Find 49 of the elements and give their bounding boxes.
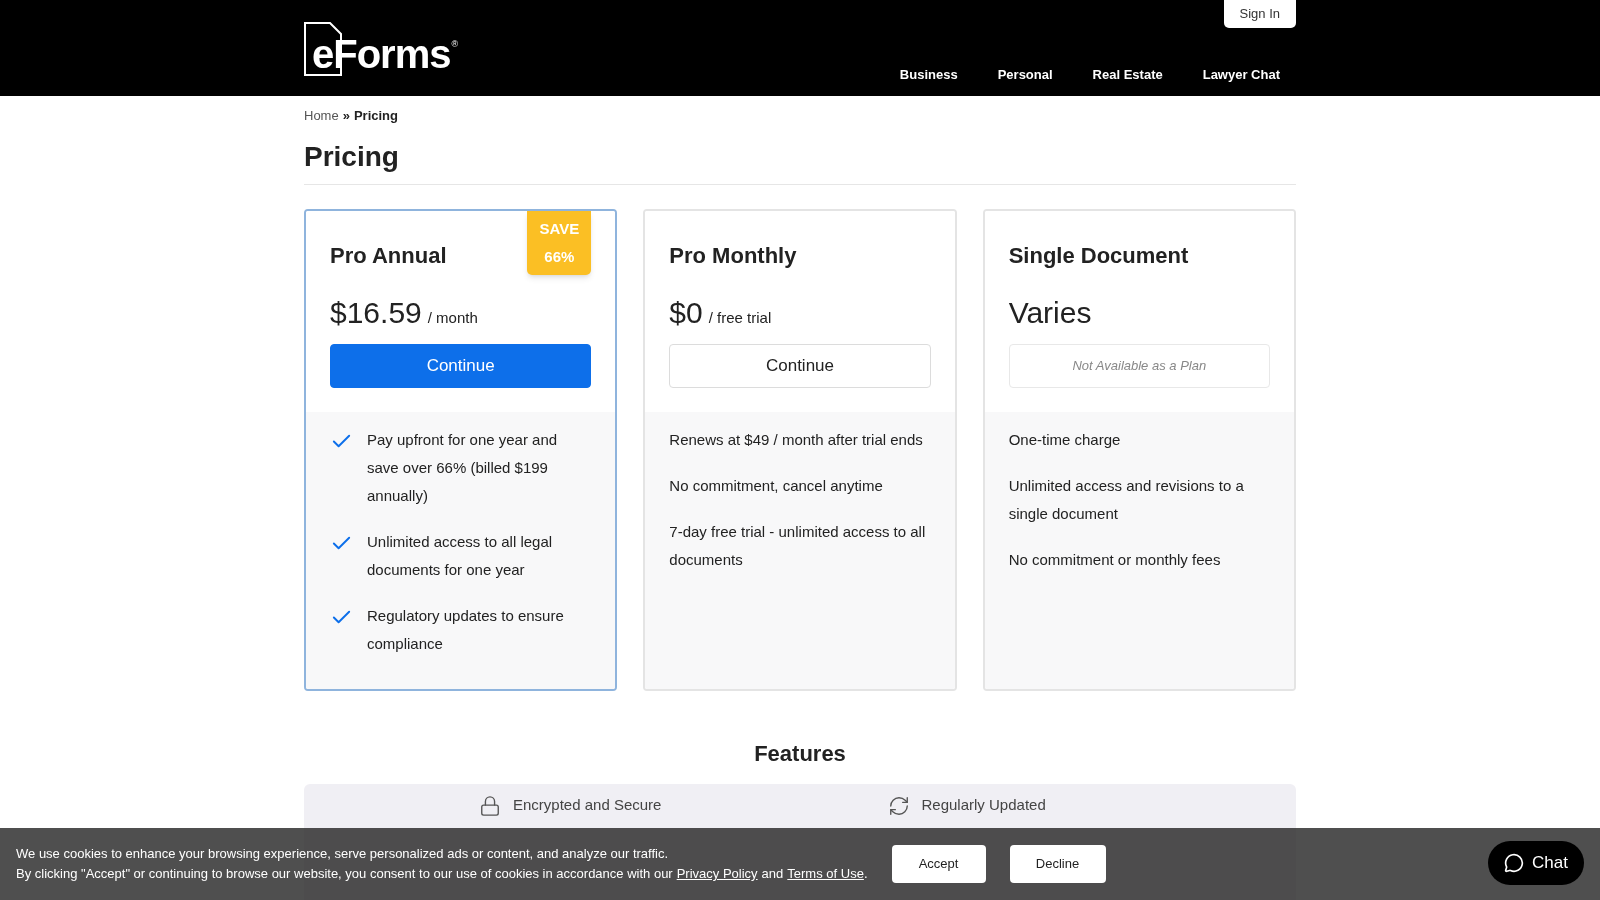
nav-link[interactable]: Real Estate bbox=[1092, 64, 1163, 84]
nav-link[interactable]: Business bbox=[899, 64, 958, 84]
save-badge: SAVE 66% bbox=[527, 210, 592, 275]
plan-name: Pro Annual bbox=[330, 241, 447, 270]
price-period: / free trial bbox=[708, 307, 772, 328]
plan-feature: Unlimited access to all legal documents for one year bbox=[367, 531, 554, 580]
continue-button[interactable]: Continue bbox=[330, 343, 592, 388]
plan-price: $16.59 bbox=[330, 294, 422, 331]
plan-price: Varies bbox=[1008, 294, 1092, 331]
plan-price: $0 bbox=[669, 294, 703, 331]
refresh-icon bbox=[887, 794, 910, 817]
registered-mark: ® bbox=[451, 38, 459, 51]
features-heading: Features bbox=[753, 739, 847, 768]
cookie-text: and bbox=[761, 865, 784, 883]
lock-icon bbox=[479, 794, 501, 817]
accept-button[interactable]: Accept bbox=[891, 845, 986, 883]
decline-button[interactable]: Decline bbox=[1009, 845, 1106, 883]
cookie-text: We use cookies to enhance your browsing experience, serve personalized ads or content, and analyze our traffic. bbox=[16, 845, 670, 863]
plan-feature: No commitment, cancel anytime bbox=[669, 475, 883, 496]
plan-name: Single Document bbox=[1008, 241, 1189, 270]
plan-card[interactable]: Single Document Varies Not Available as a Plan One-time charge Unlimited access and revisions to a single document No commitment or monthly fees bbox=[982, 208, 1296, 691]
sign-in-button[interactable]: Sign In bbox=[1223, 0, 1296, 28]
breadcrumb-link[interactable]: Home bbox=[304, 106, 339, 126]
page-title: Pricing bbox=[304, 135, 1296, 185]
plan-feature: Pay upfront for one year and save over 66% (billed $199 annually) bbox=[367, 429, 559, 506]
continue-button[interactable]: Continue bbox=[669, 343, 931, 388]
plan-feature: Unlimited access and revisions to a single document bbox=[1008, 475, 1245, 524]
privacy-policy-link[interactable]: Privacy Policy bbox=[676, 864, 758, 884]
plan-card[interactable] bbox=[304, 208, 618, 691]
plan-name: Pro Monthly bbox=[669, 241, 797, 270]
plan-feature: Regulatory updates to ensure compliance bbox=[367, 605, 565, 654]
nav-link[interactable]: Lawyer Chat bbox=[1202, 64, 1280, 84]
plan-feature: No commitment or monthly fees bbox=[1008, 549, 1221, 570]
breadcrumb-separator: » bbox=[342, 107, 350, 125]
terms-link[interactable]: Terms of Use bbox=[787, 864, 864, 884]
plan-feature: One-time charge bbox=[1008, 429, 1121, 450]
plan-feature: 7-day free trial - unlimited access to all documents bbox=[669, 521, 927, 570]
continue-button: Not Available as a Plan bbox=[1008, 343, 1270, 388]
cookie-text: . bbox=[863, 865, 868, 883]
nav-link[interactable]: Personal bbox=[997, 64, 1053, 84]
chat-button[interactable]: Chat bbox=[1488, 841, 1584, 885]
cookie-text: By clicking "Accept" or continuing to browse our website, you consent to our use of cookies in accordance with our bbox=[16, 865, 673, 883]
plan-feature: Renews at $49 / month after trial ends bbox=[669, 429, 923, 450]
feature-label: Regularly Updated bbox=[921, 795, 1046, 816]
breadcrumb-current: Pricing bbox=[353, 107, 398, 125]
chat-bubble-icon bbox=[1504, 853, 1525, 873]
feature-label: Encrypted and Secure bbox=[513, 795, 662, 816]
price-period: / month bbox=[427, 307, 478, 328]
plan-card[interactable]: Pro Monthly $0 / free trial Continue Renews at $49 / month after trial ends No commitment, cancel anytime 7-day free trial - unlimited access to all documents bbox=[643, 208, 957, 691]
